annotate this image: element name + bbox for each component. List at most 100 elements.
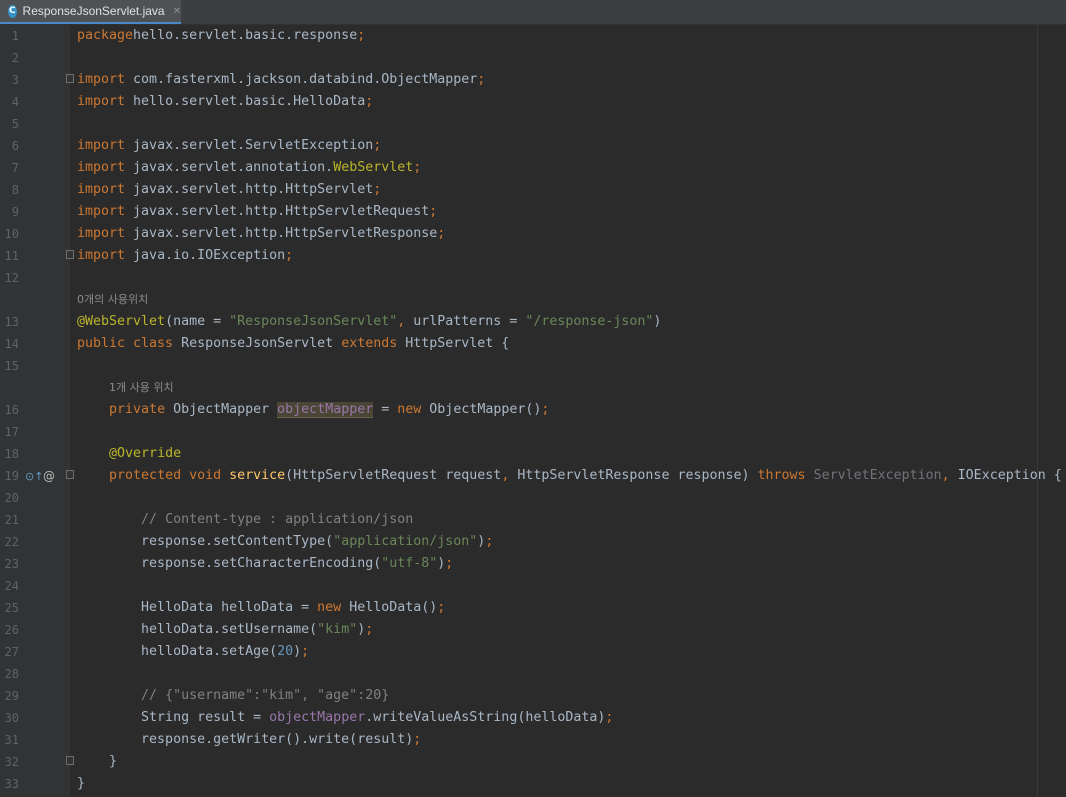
code-editor[interactable]: 0개의 사용위치 1개 사용 위치 1 packagehello.servlet.… [0,25,1066,797]
code-token: javax.servlet.http.HttpServletResponse [133,226,438,241]
code-token: (HttpServletRequest request [285,468,502,483]
code-token: WebServlet [333,160,414,175]
line-number: 18 [4,447,19,461]
code-token: ; [357,28,366,43]
code-line[interactable]: 2 [0,47,1066,69]
code-token: ; [285,248,294,263]
code-token: String result = [77,710,270,725]
code-token: com.fasterxml.jackson.databind.ObjectMap… [133,72,478,87]
code-line[interactable]: 31 response.getWriter().write(result); [0,729,1066,751]
override-method-icon[interactable]: ⊙↑ [25,470,43,483]
code-line[interactable]: 11 import java.io.IOException; [0,245,1066,267]
code-token: extends [341,336,406,351]
code-token: "ResponseJsonServlet" [229,314,398,329]
code-line[interactable]: 15 [0,355,1066,377]
code-line[interactable]: 22 response.setContentType("application/… [0,531,1066,553]
annotation-icon[interactable]: @ [43,469,55,483]
line-number: 23 [4,557,19,571]
code-token: response.setCharacterEncoding( [77,556,382,571]
code-text: import hello.servlet.basic.HelloData; [77,91,373,113]
line-number: 12 [4,271,19,285]
code-token: ; [437,600,446,615]
code-text: response.getWriter().write(result); [77,729,421,751]
line-number: 22 [4,535,19,549]
code-text: helloData.setAge(20); [77,641,309,663]
code-line[interactable]: 12 [0,267,1066,289]
code-token: ; [605,710,614,725]
fold-marker-imports-end[interactable] [66,250,74,259]
close-icon[interactable]: ✕ [173,6,181,17]
code-line[interactable]: 18 @Override [0,443,1066,465]
code-line[interactable]: 5 [0,113,1066,135]
code-line[interactable]: 33} [0,773,1066,795]
code-token: , [397,314,414,329]
code-token: "utf-8" [381,556,438,571]
code-line[interactable]: 27 helloData.setAge(20); [0,641,1066,663]
line-number: 9 [11,205,19,219]
usage-hint-field[interactable]: 1개 사용 위치 [109,377,174,399]
code-token: // {"username":"kim", "age":20} [141,688,390,703]
code-token: ; [373,138,382,153]
code-line[interactable]: 3 import com.fasterxml.jackson.databind.O… [0,69,1066,91]
tab-response-json-servlet[interactable]: C ResponseJsonServlet.java ✕ [0,0,181,24]
line-number: 33 [4,777,19,791]
code-token: HttpServletResponse response) [517,468,758,483]
code-token: ; [365,94,374,109]
code-line[interactable]: 9 import javax.servlet.http.HttpServletRe… [0,201,1066,223]
line-number: 24 [4,579,19,593]
code-line[interactable]: 6 import javax.servlet.ServletException; [0,135,1066,157]
code-token: @WebServlet [77,314,166,329]
code-line[interactable]: 24 [0,575,1066,597]
code-line[interactable]: 26 helloData.setUsername("kim"); [0,619,1066,641]
code-line[interactable]: 14 public class ResponseJsonServlet exten… [0,333,1066,355]
code-line[interactable]: 32 } [0,751,1066,773]
code-token: "application/json" [333,534,478,549]
code-line[interactable]: 23 response.setCharacterEncoding("utf-8"… [0,553,1066,575]
code-line[interactable]: 1 packagehello.servlet.basic.response; [0,25,1066,47]
code-line[interactable]: 8 import javax.servlet.http.HttpServlet; [0,179,1066,201]
code-line[interactable]: 20 [0,487,1066,509]
code-line[interactable]: 4 import hello.servlet.basic.HelloData; [0,91,1066,113]
fold-marker-method-start[interactable] [66,470,74,479]
code-text: HelloData helloData = new HelloData(); [77,597,445,619]
code-token: package [77,28,134,43]
line-number: 13 [4,315,19,329]
code-token: , [941,468,958,483]
code-token: import [77,94,134,109]
code-token: // Content-type : application/json [141,512,414,527]
code-text: public class ResponseJsonServlet extends… [77,333,509,355]
code-line[interactable]: 10 import javax.servlet.http.HttpServletR… [0,223,1066,245]
code-line[interactable]: 30 String result = objectMapper.writeVal… [0,707,1066,729]
code-text: import java.io.IOException; [77,245,293,267]
code-line[interactable]: 7 import javax.servlet.annotation.WebServ… [0,157,1066,179]
code-line[interactable]: 25 HelloData helloData = new HelloData()… [0,597,1066,619]
code-text: String result = objectMapper.writeValueA… [77,707,613,729]
line-number: 16 [4,403,19,417]
code-token: (name = [165,314,230,329]
line-number: 4 [11,95,19,109]
line-number: 26 [4,623,19,637]
usage-hint-class[interactable]: 0개의 사용위치 [77,289,148,311]
code-line[interactable]: 29 // {"username":"kim", "age":20} [0,685,1066,707]
fold-marker-imports-start[interactable] [66,74,74,83]
code-text: } [77,773,85,795]
fold-marker-method-end[interactable] [66,756,74,765]
code-text: protected void service(HttpServletReques… [77,465,1062,487]
code-line[interactable]: 13 @WebServlet(name = "ResponseJsonServle… [0,311,1066,333]
code-token: ObjectMapper [173,402,278,417]
code-text: import javax.servlet.ServletException; [77,135,381,157]
line-number: 3 [11,73,19,87]
code-line[interactable]: 21 // Content-type : application/json [0,509,1066,531]
code-line[interactable]: 17 [0,421,1066,443]
code-token: ObjectMapper() [429,402,542,417]
code-line[interactable]: 28 [0,663,1066,685]
code-line[interactable]: 19 protected void service(HttpServletReq… [0,465,1066,487]
code-text: // {"username":"kim", "age":20} [77,685,389,707]
code-line[interactable]: 16 private ObjectMapper objectMapper = n… [0,399,1066,421]
code-token: ; [437,226,446,241]
code-token: = [373,402,398,417]
code-token: helloData.setUsername( [77,622,318,637]
code-token: import [77,138,134,153]
code-token: "kim" [317,622,358,637]
code-token: , [501,468,518,483]
